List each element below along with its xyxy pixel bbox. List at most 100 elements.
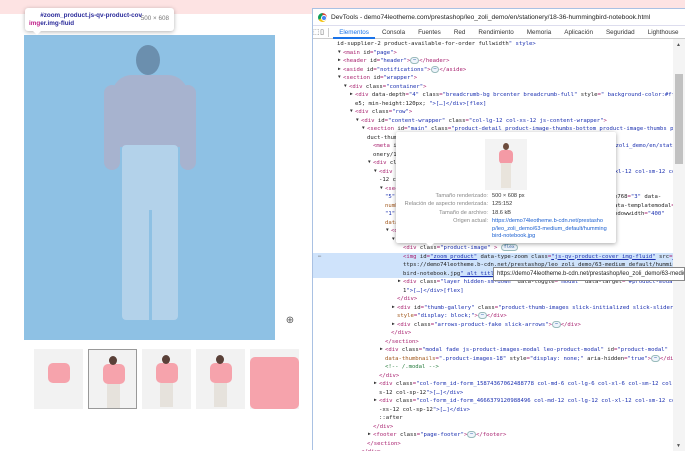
dom-node-line[interactable]: ▶<div class="col-form_id-form_1587436706… <box>313 380 674 389</box>
expanded-triangle-icon[interactable]: ▼ <box>344 83 347 92</box>
scrollbar[interactable]: ▲ ▼ <box>673 39 685 451</box>
collapsed-triangle-icon[interactable]: ▶ <box>392 304 395 313</box>
dom-node-text: <img id="zoom_product" data-type-zoom cl… <box>403 253 674 262</box>
tab-aplicación[interactable]: Aplicación <box>558 26 600 39</box>
dom-node-line[interactable]: ▼<div class="container"> <box>313 83 674 92</box>
scroll-up-icon[interactable]: ▲ <box>676 42 681 48</box>
dom-node-line[interactable]: <!-- /.modal --> <box>313 363 674 372</box>
expanded-triangle-icon[interactable]: ▼ <box>374 168 377 177</box>
tab-rendimiento[interactable]: Rendimiento <box>472 26 520 39</box>
collapsed-triangle-icon[interactable]: ▶ <box>350 91 353 100</box>
expanded-triangle-icon[interactable]: ▼ <box>362 125 365 134</box>
dom-node-line[interactable]: </div> <box>313 423 674 432</box>
rendered-size-value: 500 × 608 px <box>492 193 607 201</box>
dom-node-line[interactable]: ▼<main id="page"> <box>313 49 674 58</box>
dom-node-line[interactable]: ▶<div class="col-form_id-form_4666379120… <box>313 397 674 406</box>
dom-node-text: id-supplier-2 product-available-for-orde… <box>337 40 536 49</box>
dom-node-line[interactable]: ▼<section id="wrapper"> <box>313 74 674 83</box>
selected-dom-node-line[interactable]: ⋯ <img id="zoom_product" data-type-zoom c… <box>313 253 674 262</box>
dom-node-line[interactable]: ▶<header id="header">⋯</header> <box>313 57 674 66</box>
tab-lighthouse[interactable]: Lighthouse <box>641 26 685 39</box>
device-toolbar-icon[interactable]: ▯ <box>320 28 325 36</box>
dom-node-text: <div class="container"> <box>349 83 427 92</box>
tab-seguridad[interactable]: Seguridad <box>599 26 641 39</box>
zoom-button[interactable]: ⊕ <box>281 311 299 329</box>
dom-node-line[interactable]: ▶<footer class="page-footer">⋯</footer> <box>313 431 674 440</box>
rendered-size-label: Tamaño renderizado: <box>435 193 488 201</box>
scroll-down-icon[interactable]: ▼ <box>676 443 681 449</box>
expanded-triangle-icon[interactable]: ▼ <box>338 49 341 58</box>
more-options-icon[interactable]: ⋯ <box>318 253 321 262</box>
dom-node-line[interactable]: ▶<aside id="notifications">⋯</aside> <box>313 66 674 75</box>
dom-node-text: <main id="page"> <box>343 49 397 58</box>
expanded-triangle-icon[interactable]: ▼ <box>338 74 341 83</box>
dom-node-line[interactable]: s-12 col-sp-12">[…]</div> <box>313 389 674 398</box>
collapsed-triangle-icon[interactable]: ▶ <box>374 397 377 406</box>
tab-consola[interactable]: Consola <box>375 26 411 39</box>
dom-node-line[interactable]: <div class="product-image" > flex <box>313 244 674 253</box>
collapsed-triangle-icon[interactable]: ▶ <box>374 380 377 389</box>
thumbnail-sweater-front[interactable] <box>34 349 83 409</box>
dom-node-line[interactable]: ▶<div data-depth="4" class="breadcrumb-b… <box>313 91 674 100</box>
dom-node-text: <div class="col-form_id-form_46663791209… <box>379 397 674 406</box>
dom-node-line[interactable]: ▶<div class="modal fade js-product-image… <box>313 346 674 355</box>
expanded-triangle-icon[interactable]: ▼ <box>380 185 383 194</box>
model-head <box>136 45 160 75</box>
dom-node-text: <div data-depth="4" class="breadcrumb-bg… <box>355 91 674 100</box>
chrome-icon <box>318 13 327 22</box>
collapsed-ellipsis-badge[interactable]: ⋯ <box>478 312 487 319</box>
dom-node-line[interactable]: 1">[…]</div>[flex] <box>313 287 674 296</box>
dom-node-text: style="display: block;">⋯</div> <box>397 312 507 321</box>
collapsed-triangle-icon[interactable]: ▶ <box>380 346 383 355</box>
dom-node-line[interactable]: data-thumbnails=".product-images-18" sty… <box>313 355 674 364</box>
tab-red[interactable]: Red <box>447 26 472 39</box>
dom-node-line[interactable]: -xs-12 col-sp-12">[…]</div> <box>313 406 674 415</box>
tab-memoria[interactable]: Memoria <box>520 26 558 39</box>
collapsed-triangle-icon[interactable]: ▶ <box>368 431 371 440</box>
dom-node-text: </div> <box>397 295 417 304</box>
model-arm-left <box>104 85 120 170</box>
thumbnail-full-body[interactable] <box>88 349 137 409</box>
product-cover-image-highlighted[interactable] <box>24 35 275 340</box>
collapsed-ellipsis-badge[interactable]: ⋯ <box>467 431 476 438</box>
dom-node-line[interactable]: ▼<div id="content-wrapper" class="col-lg… <box>313 117 674 126</box>
inspect-element-icon[interactable]: ⬚ <box>313 28 320 36</box>
dom-node-line[interactable]: </section> <box>313 338 674 347</box>
tooltip-size: 500 × 608 <box>141 15 169 23</box>
dom-node-line[interactable]: ▼<div class="row"> <box>313 108 674 117</box>
thumbnail-back-view[interactable] <box>196 349 245 409</box>
collapsed-triangle-icon[interactable]: ▶ <box>392 321 395 330</box>
expanded-triangle-icon[interactable]: ▼ <box>392 236 395 245</box>
dom-node-line[interactable]: </section> <box>313 440 674 449</box>
expanded-triangle-icon[interactable]: ▼ <box>356 117 359 126</box>
tab-elementos[interactable]: Elementos <box>333 26 376 39</box>
flex-badge[interactable]: flex <box>501 244 518 251</box>
expanded-triangle-icon[interactable]: ▼ <box>368 159 371 168</box>
dom-node-line[interactable]: e5; min-height:120px; ">[…]</div>[flex] <box>313 100 674 109</box>
collapsed-triangle-icon[interactable]: ▶ <box>338 57 341 66</box>
elements-tree[interactable]: id-supplier-2 product-available-for-orde… <box>313 39 674 451</box>
collapsed-triangle-icon[interactable]: ▶ <box>398 278 401 287</box>
collapsed-ellipsis-badge[interactable]: ⋯ <box>552 321 561 328</box>
collapsed-ellipsis-badge[interactable]: ⋯ <box>651 355 660 362</box>
origin-link[interactable]: https://demo74leotheme.b-cdn.net/prestas… <box>492 218 607 241</box>
dom-node-line[interactable]: ▶<div id="thumb-gallery" class="product-… <box>313 304 674 313</box>
collapsed-ellipsis-badge[interactable]: ⋯ <box>410 57 419 64</box>
dom-node-line[interactable]: style="display: block;">⋯</div> <box>313 312 674 321</box>
collapsed-triangle-icon[interactable]: ▶ <box>338 66 341 75</box>
thumbnail-side-view[interactable] <box>142 349 191 409</box>
dom-node-line[interactable]: id-supplier-2 product-available-for-orde… <box>313 40 674 49</box>
dom-node-line[interactable]: ::after <box>313 414 674 423</box>
model-pants-gap <box>149 210 152 320</box>
dom-node-text: <footer class="page-footer">⋯</footer> <box>373 431 506 440</box>
dom-node-line[interactable]: </div> <box>313 372 674 381</box>
tab-fuentes[interactable]: Fuentes <box>412 26 448 39</box>
expanded-triangle-icon[interactable]: ▼ <box>386 227 389 236</box>
thumbnail-detail[interactable] <box>250 349 299 409</box>
expanded-triangle-icon[interactable]: ▼ <box>350 108 353 117</box>
dom-node-line[interactable]: </div> <box>313 329 674 338</box>
model-arm-right <box>180 85 196 170</box>
dom-node-line[interactable]: ▶<div class="arrows-product-fake slick-a… <box>313 321 674 330</box>
scrollbar-thumb[interactable] <box>675 74 683 164</box>
dom-node-line[interactable]: </div> <box>313 295 674 304</box>
